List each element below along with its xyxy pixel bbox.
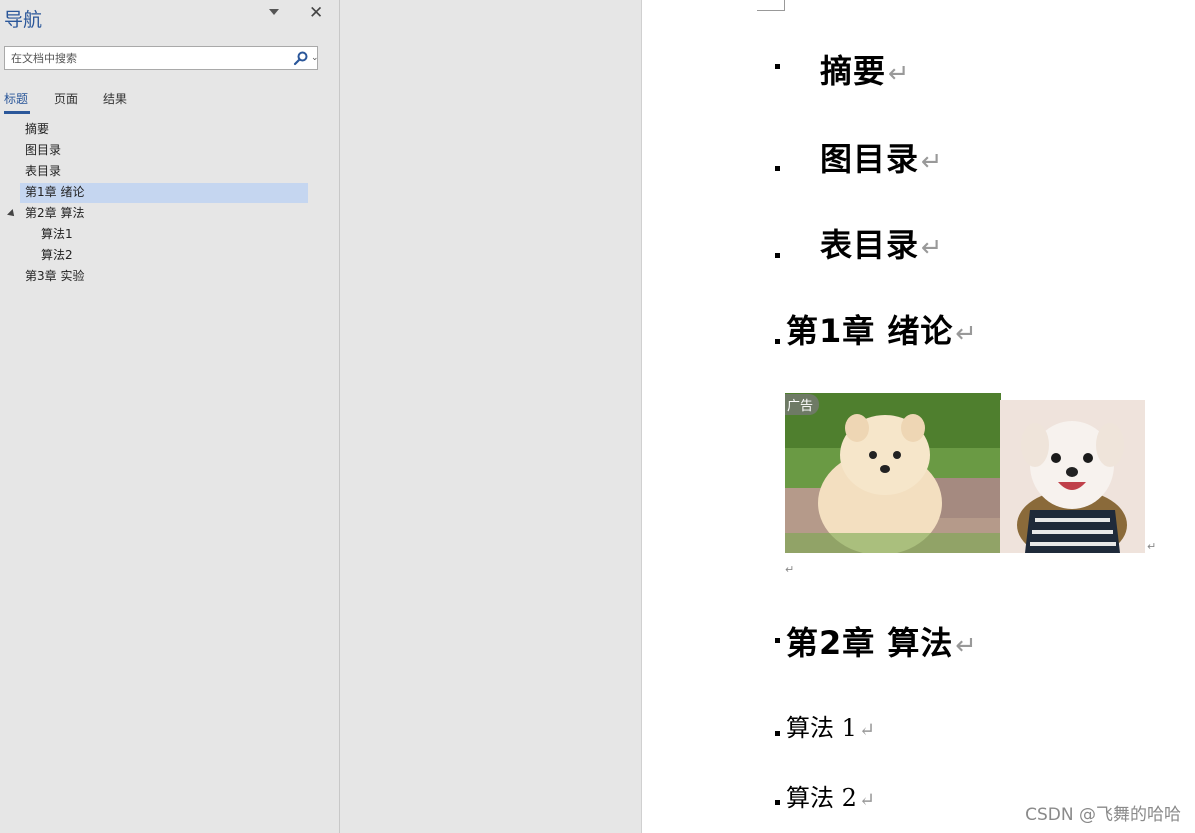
heading-bullet — [775, 64, 780, 69]
search-input[interactable] — [11, 48, 281, 68]
close-icon[interactable]: ✕ — [309, 3, 323, 23]
nav-heading-item[interactable]: 第2章 算法 — [25, 203, 84, 223]
heading-text: 算法 2 — [786, 784, 857, 812]
margin-corner-mark — [757, 0, 785, 11]
collapse-triangle-icon[interactable] — [7, 209, 17, 219]
heading-bullet — [775, 339, 780, 344]
paragraph-mark: ↵ — [921, 233, 944, 263]
pane-options-chevron-down-icon[interactable] — [269, 9, 279, 15]
heading-1[interactable]: 图目录↵ — [820, 134, 943, 180]
nav-heading-item[interactable]: 表目录 — [25, 161, 61, 181]
nav-heading-item[interactable]: 第3章 实验 — [25, 266, 84, 286]
heading-text: 第2章 算法 — [786, 624, 954, 662]
document-page[interactable]: 摘要↵ 图目录↵ 表目录↵ 第1章 绪论↵ 广告 ↵ ↵ 第2章 算法↵ 算法 … — [642, 0, 1195, 833]
heading-text: 摘要 — [820, 52, 887, 90]
heading-bullet — [775, 731, 780, 736]
heading-bullet — [775, 638, 780, 643]
nav-heading-item[interactable]: 图目录 — [25, 140, 61, 160]
ad-image-dog[interactable] — [785, 393, 1001, 553]
ad-image-dog[interactable] — [1000, 400, 1145, 553]
active-tab-indicator — [4, 111, 30, 114]
heading-bullet — [775, 166, 780, 171]
navigation-pane: 导航 ✕ ⌄ 标题 页面 结果 摘要 图目录 表目录 第1章 绪论 第2章 算法… — [0, 0, 340, 833]
paragraph-mark: ↵ — [785, 563, 795, 576]
heading-bullet — [775, 253, 780, 258]
search-options-chevron-down-icon[interactable]: ⌄ — [311, 53, 319, 63]
tab-pages[interactable]: 页面 — [54, 90, 78, 107]
heading-2[interactable]: 算法 2 ↵ — [786, 778, 875, 813]
heading-text: 第1章 绪论 — [786, 312, 954, 350]
heading-1[interactable]: 表目录↵ — [820, 220, 943, 266]
workspace-background — [340, 0, 642, 833]
watermark: CSDN @飞舞的哈哈 — [1025, 805, 1181, 825]
heading-text: 图目录 — [820, 140, 920, 178]
paragraph-mark: ↵ — [1147, 540, 1157, 553]
search-icon[interactable] — [293, 50, 309, 66]
nav-subheading-item[interactable]: 算法1 — [41, 224, 73, 244]
ad-badge: 广告 — [785, 394, 820, 415]
tab-headings[interactable]: 标题 — [4, 90, 28, 107]
heading-text: 表目录 — [820, 226, 920, 264]
paragraph-mark: ↵ — [955, 319, 978, 349]
paragraph-mark: ↵ — [955, 631, 978, 661]
tab-results[interactable]: 结果 — [103, 90, 127, 107]
heading-text: 算法 1 — [786, 714, 857, 742]
nav-title: 导航 — [4, 9, 43, 31]
nav-subheading-item[interactable]: 算法2 — [41, 245, 73, 265]
heading-bullet — [775, 800, 780, 805]
nav-heading-item[interactable]: 摘要 — [25, 119, 49, 139]
paragraph-mark: ↵ — [858, 718, 875, 741]
paragraph-mark: ↵ — [921, 147, 944, 177]
heading-2[interactable]: 算法 1 ↵ — [786, 708, 875, 743]
search-box[interactable]: ⌄ — [4, 46, 319, 70]
nav-heading-item-selected[interactable]: 第1章 绪论 — [25, 182, 84, 202]
paragraph-mark: ↵ — [888, 59, 911, 89]
heading-1[interactable]: 第1章 绪论↵ — [786, 306, 978, 352]
heading-1[interactable]: 摘要↵ — [820, 46, 910, 92]
paragraph-mark: ↵ — [858, 788, 875, 811]
heading-1[interactable]: 第2章 算法↵ — [786, 618, 978, 664]
